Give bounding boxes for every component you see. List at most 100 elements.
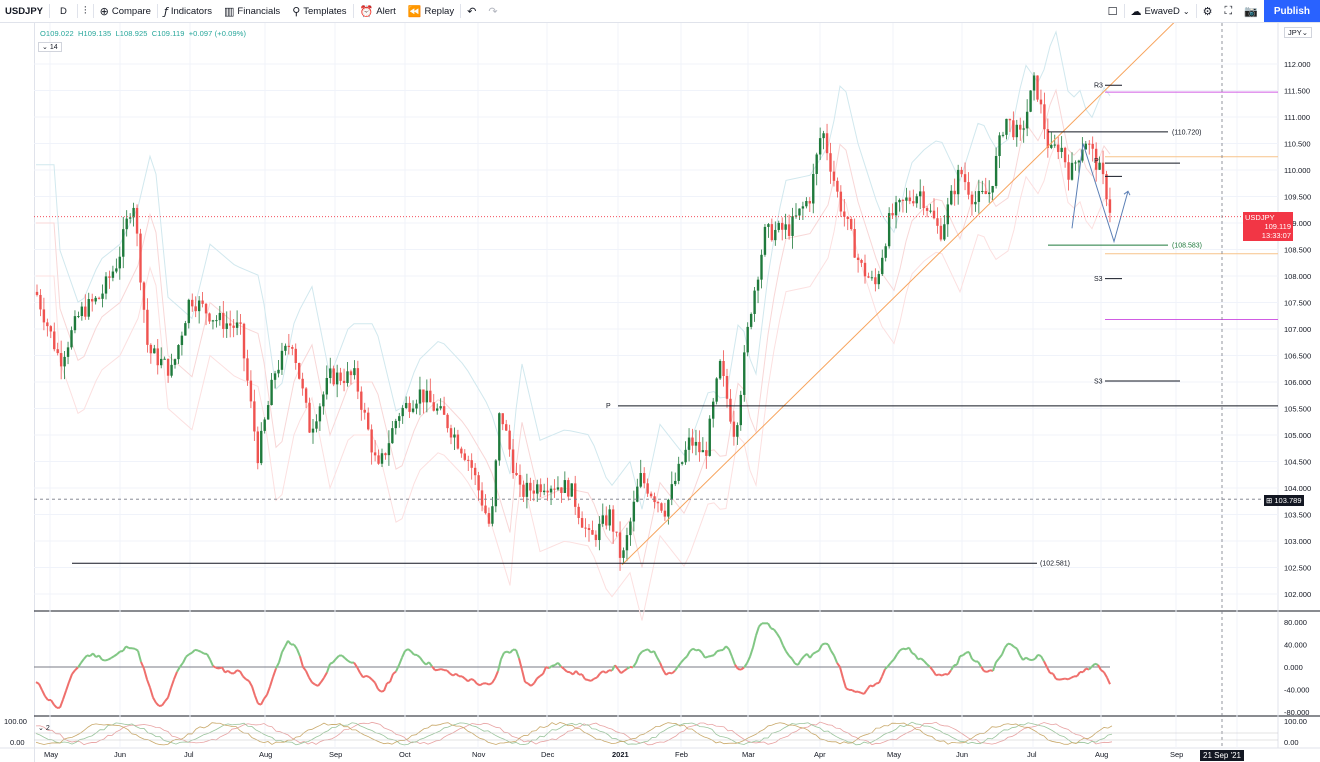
oscillator-segment xyxy=(692,647,697,652)
candle-body xyxy=(270,379,273,406)
publish-button[interactable]: Publish xyxy=(1263,0,1320,22)
oscillator-segment xyxy=(881,668,886,677)
candle-body xyxy=(432,402,435,411)
candle-body xyxy=(222,312,225,329)
lower-indicators-toggle[interactable]: ⌄ 2 xyxy=(38,724,50,732)
oscillator-segment xyxy=(659,662,664,671)
price-axis-label: 107.000 xyxy=(1284,325,1311,334)
candle-body xyxy=(235,322,239,328)
oscillator-segment xyxy=(590,677,595,682)
currency-button[interactable]: JPY⌄ xyxy=(1284,27,1313,38)
candle-body xyxy=(401,407,404,417)
alert-button[interactable]: ⏰ Alert xyxy=(354,0,402,22)
candle-body xyxy=(560,487,563,493)
financials-button[interactable]: ▥ Financials xyxy=(218,0,286,22)
templates-button[interactable]: ⚲ Templates xyxy=(286,0,352,22)
oscillator-segment xyxy=(755,626,760,636)
candle-body xyxy=(436,408,439,411)
price-axis-label: 106.500 xyxy=(1284,352,1311,361)
oscillator-segment xyxy=(1004,643,1009,649)
oscillator-segment xyxy=(152,697,157,704)
oscillator-segment xyxy=(956,655,961,665)
redo-button[interactable]: ↷ xyxy=(482,0,503,22)
candle-body xyxy=(943,224,946,240)
layout-select-button[interactable]: ☐ xyxy=(1102,0,1124,22)
oscillator-segment xyxy=(527,682,532,687)
pivot-small-label: P xyxy=(1094,158,1099,165)
oscillator-segment xyxy=(308,676,313,683)
candle-body xyxy=(1070,162,1074,180)
layout-name-button[interactable]: ☁ EwaveD ⌄ xyxy=(1125,0,1196,22)
oscillator-segment xyxy=(326,663,331,673)
candle-body xyxy=(646,483,649,494)
indicators-button[interactable]: ƒ Indicators xyxy=(158,0,218,22)
compare-button[interactable]: ⊕ Compare xyxy=(94,0,157,22)
oscillator-segment xyxy=(410,650,415,656)
oscillator-segment xyxy=(893,653,898,660)
candle-body xyxy=(736,425,739,437)
price-axis-label: 111.500 xyxy=(1284,87,1310,96)
candle-body xyxy=(225,323,228,329)
low-value: L108.925 xyxy=(115,29,148,38)
r3-label: R3 xyxy=(1094,83,1103,90)
candle-body xyxy=(346,371,349,384)
oscillator-segment xyxy=(464,677,469,683)
oscillator-segment xyxy=(782,645,787,652)
snapshot-button[interactable]: 📷 xyxy=(1238,0,1264,22)
fullscreen-button[interactable]: ⛶ xyxy=(1218,0,1238,22)
candle-body xyxy=(453,434,456,438)
candle-body xyxy=(97,297,101,299)
time-axis-label: Aug xyxy=(1095,750,1108,759)
candle-body xyxy=(277,369,280,374)
square-icon: ☐ xyxy=(1107,4,1118,18)
symbol-search-button[interactable]: USDJPY xyxy=(0,0,49,22)
oscillator-segment xyxy=(344,657,349,662)
oscillator-segment xyxy=(941,673,946,677)
stoch-axis-label-left: 0.00 xyxy=(10,738,25,747)
oscillator-segment xyxy=(653,650,658,658)
oscillator-segment xyxy=(551,664,556,667)
candle-body xyxy=(591,530,594,535)
price-axis-label: 103.500 xyxy=(1284,511,1311,520)
candle-body xyxy=(677,463,680,481)
oscillator-segment xyxy=(239,670,244,677)
candle-body xyxy=(922,191,925,209)
oscillator-segment xyxy=(1010,643,1015,648)
candle-body xyxy=(991,185,994,193)
oscillator-segment xyxy=(251,686,256,697)
time-axis-label: Sep xyxy=(1170,750,1183,759)
candle-body xyxy=(415,403,418,409)
candle-body xyxy=(643,473,646,484)
settings-button[interactable]: ⚙ xyxy=(1197,0,1219,22)
candle-body xyxy=(846,216,849,220)
time-axis-label: Jun xyxy=(956,750,968,759)
indicators-collapse-toggle[interactable]: ⌄ 14 xyxy=(38,42,62,52)
undo-button[interactable]: ↶ xyxy=(461,0,482,22)
oscillator-segment xyxy=(563,668,568,673)
candle-body xyxy=(298,362,301,379)
oscillator-segment xyxy=(524,681,529,685)
candle-body xyxy=(553,488,556,490)
price-chart[interactable]: 112.000 111.500 111.000 110.500 110.000 109.5… xyxy=(0,23,1320,762)
candle-body xyxy=(639,473,642,487)
candle-body xyxy=(808,201,811,204)
interval-button[interactable]: D xyxy=(50,0,77,22)
chart-type-button[interactable]: ⫶ xyxy=(78,0,93,22)
candle-body xyxy=(887,213,891,247)
replay-button[interactable]: ⏪ Replay xyxy=(402,0,460,22)
oscillator-segment xyxy=(389,673,394,683)
candle-body xyxy=(1057,144,1060,152)
candle-body xyxy=(153,348,156,354)
candle-body xyxy=(498,413,501,461)
candle-body xyxy=(705,450,708,456)
time-axis-label: Aug xyxy=(259,750,272,759)
candle-body xyxy=(798,208,801,216)
oscillator-segment xyxy=(356,666,361,674)
oscillator-segment xyxy=(107,657,112,661)
candle-body xyxy=(939,225,943,240)
oscillator-segment xyxy=(167,687,172,698)
candle-body xyxy=(874,277,877,285)
oscillator-segment xyxy=(536,675,541,680)
candle-body xyxy=(408,402,411,412)
candle-body xyxy=(622,550,625,558)
